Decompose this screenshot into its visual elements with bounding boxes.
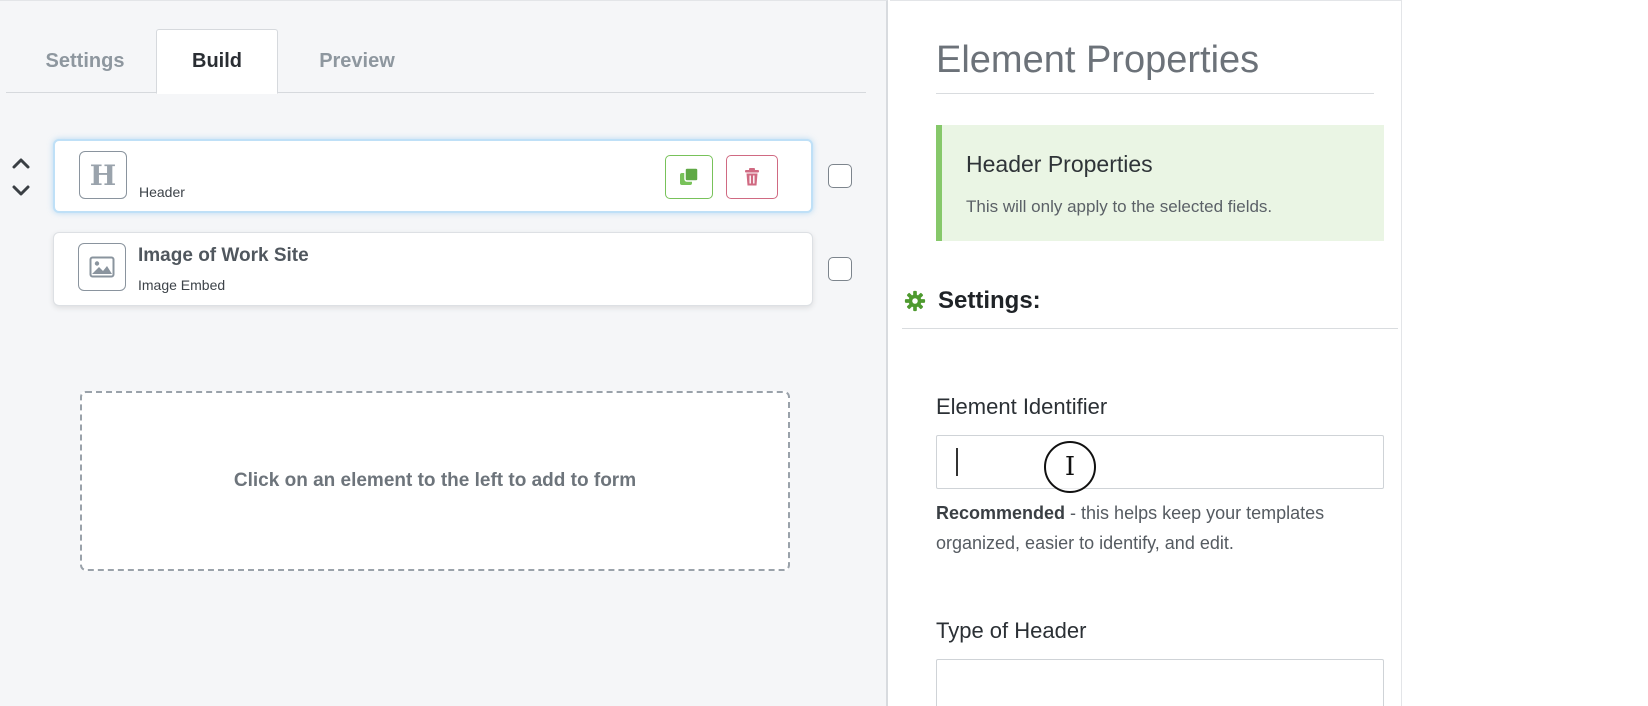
form-element-image[interactable]: Image of Work Site Image Embed xyxy=(53,232,813,306)
reorder-controls xyxy=(10,153,32,205)
builder-tabs: Settings Build Preview xyxy=(6,29,866,94)
element-type: Header xyxy=(139,184,185,200)
form-builder-panel: Settings Build Preview H Header Image of… xyxy=(0,0,888,706)
panel-title: Element Properties xyxy=(936,39,1260,81)
tab-preview[interactable]: Preview xyxy=(296,29,418,93)
trash-icon xyxy=(745,168,759,186)
title-divider xyxy=(936,93,1374,94)
element-identifier-label: Element Identifier xyxy=(936,394,1108,419)
settings-label: Settings: xyxy=(938,287,1041,314)
form-element-header[interactable]: H Header xyxy=(53,139,813,213)
info-box-heading: Header Properties xyxy=(966,151,1153,177)
element-identifier-input[interactable] xyxy=(936,435,1384,489)
type-of-header-select[interactable] xyxy=(936,659,1384,706)
settings-divider xyxy=(902,328,1398,329)
element-title: Image of Work Site xyxy=(138,245,309,266)
element-properties-panel: Element Properties Header Properties Thi… xyxy=(890,0,1402,706)
duplicate-icon xyxy=(680,167,699,185)
gear-icon xyxy=(904,290,926,312)
add-element-dropzone[interactable]: Click on an element to the left to add t… xyxy=(80,391,790,571)
header-icon: H xyxy=(79,151,127,199)
tab-settings[interactable]: Settings xyxy=(24,29,146,93)
type-of-header-label: Type of Header xyxy=(936,618,1087,643)
dropzone-text: Click on an element to the left to add t… xyxy=(233,470,637,491)
move-up-icon[interactable] xyxy=(10,153,32,173)
delete-button[interactable] xyxy=(726,155,778,199)
header-glyph: H xyxy=(89,158,117,192)
info-box-text: This will only apply to the selected fie… xyxy=(966,197,1273,216)
select-checkbox-header[interactable] xyxy=(828,164,852,188)
text-caret xyxy=(956,448,958,476)
duplicate-button[interactable] xyxy=(665,155,713,199)
select-checkbox-image[interactable] xyxy=(828,257,852,281)
settings-section-header: Settings: xyxy=(904,284,1041,318)
properties-info-box: Header Properties This will only apply t… xyxy=(936,125,1384,241)
tab-build[interactable]: Build xyxy=(156,29,278,94)
element-type: Image Embed xyxy=(138,277,226,293)
move-down-icon[interactable] xyxy=(10,181,32,201)
image-icon xyxy=(78,243,126,291)
identifier-help-text: Recommended - this helps keep your templ… xyxy=(936,498,1386,558)
help-bold: Recommended xyxy=(936,503,1066,523)
